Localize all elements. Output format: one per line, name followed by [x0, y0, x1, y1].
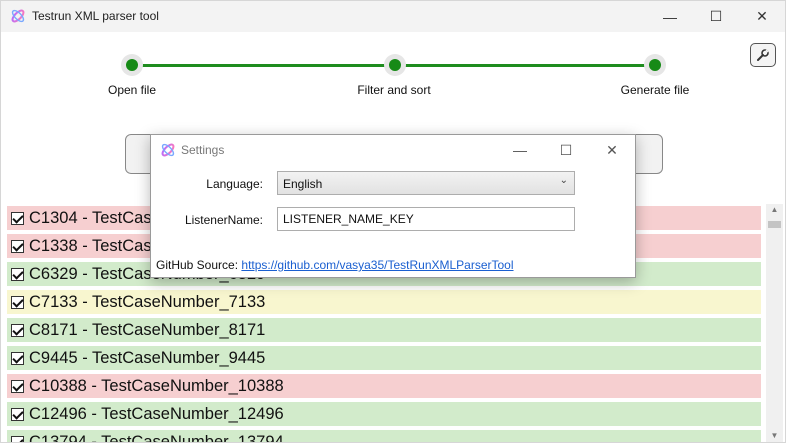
step-label-generate-file: Generate file — [620, 83, 690, 97]
progress-stepper: Open file Filter and sort Generate file — [1, 49, 785, 109]
list-item[interactable]: C7133 - TestCaseNumber_7133 — [7, 290, 761, 314]
step-dot-generate-file[interactable] — [644, 54, 666, 76]
language-select[interactable]: English ⌄ — [277, 171, 575, 195]
list-item[interactable]: C13794 - TestCaseNumber_13794 — [7, 430, 761, 442]
settings-close-button[interactable]: ✕ — [589, 135, 635, 165]
step-dot-open-file[interactable] — [121, 54, 143, 76]
step-dot-filter-sort[interactable] — [384, 54, 406, 76]
settings-title: Settings — [181, 143, 225, 157]
test-label: C13794 - TestCaseNumber_13794 — [29, 432, 284, 443]
test-checkbox[interactable] — [11, 407, 24, 421]
test-checkbox[interactable] — [11, 295, 24, 309]
step-label-open-file: Open file — [107, 83, 157, 97]
list-item[interactable]: C10388 - TestCaseNumber_10388 — [7, 374, 761, 398]
test-checkbox[interactable] — [11, 351, 24, 365]
app-logo-icon — [161, 143, 175, 157]
listener-name-input[interactable] — [277, 207, 575, 231]
test-label: C12496 - TestCaseNumber_12496 — [29, 404, 284, 423]
listener-name-label: ListenerName: — [184, 213, 263, 227]
maximize-button[interactable]: ☐ — [693, 1, 739, 32]
test-label: C9445 - TestCaseNumber_9445 — [29, 348, 266, 367]
settings-maximize-button[interactable]: ☐ — [543, 135, 589, 165]
list-item[interactable]: C12496 - TestCaseNumber_12496 — [7, 402, 761, 426]
list-item[interactable]: C9445 - TestCaseNumber_9445 — [7, 346, 761, 370]
list-item[interactable]: C8171 - TestCaseNumber_8171 — [7, 318, 761, 342]
settings-minimize-button[interactable]: — — [497, 135, 543, 165]
title-bar: Testrun XML parser tool — ☐ ✕ — [1, 1, 785, 32]
github-link[interactable]: https://github.com/vasya35/TestRunXMLPar… — [241, 258, 513, 272]
test-label: C7133 - TestCaseNumber_7133 — [29, 292, 266, 311]
test-checkbox[interactable] — [11, 379, 24, 393]
test-checkbox[interactable] — [11, 323, 24, 337]
app-logo-icon — [11, 9, 25, 23]
chevron-down-icon: ⌄ — [559, 175, 568, 186]
list-scrollbar[interactable]: ▲ ▼ — [766, 204, 783, 442]
settings-dialog: Settings — ☐ ✕ Language: English ⌄ Liste… — [150, 134, 636, 278]
github-source: GitHub Source: https://github.com/vasya3… — [156, 258, 514, 272]
test-label: C10388 - TestCaseNumber_10388 — [29, 376, 284, 395]
settings-title-bar: Settings — ☐ ✕ — [151, 135, 635, 165]
test-label: C8171 - TestCaseNumber_8171 — [29, 320, 266, 339]
step-label-filter-sort: Filter and sort — [357, 83, 431, 97]
close-button[interactable]: ✕ — [739, 1, 785, 32]
test-checkbox[interactable] — [11, 435, 24, 442]
minimize-button[interactable]: — — [647, 1, 693, 32]
scroll-up-arrow-icon[interactable]: ▲ — [766, 204, 783, 216]
window-title: Testrun XML parser tool — [32, 9, 159, 23]
language-label: Language: — [206, 177, 263, 191]
language-value: English — [283, 177, 323, 191]
test-checkbox[interactable] — [11, 267, 24, 281]
test-checkbox[interactable] — [11, 239, 24, 253]
scroll-down-arrow-icon[interactable]: ▼ — [766, 430, 783, 442]
test-checkbox[interactable] — [11, 211, 24, 225]
scroll-thumb[interactable] — [768, 221, 781, 228]
github-label: GitHub Source: — [156, 258, 239, 272]
